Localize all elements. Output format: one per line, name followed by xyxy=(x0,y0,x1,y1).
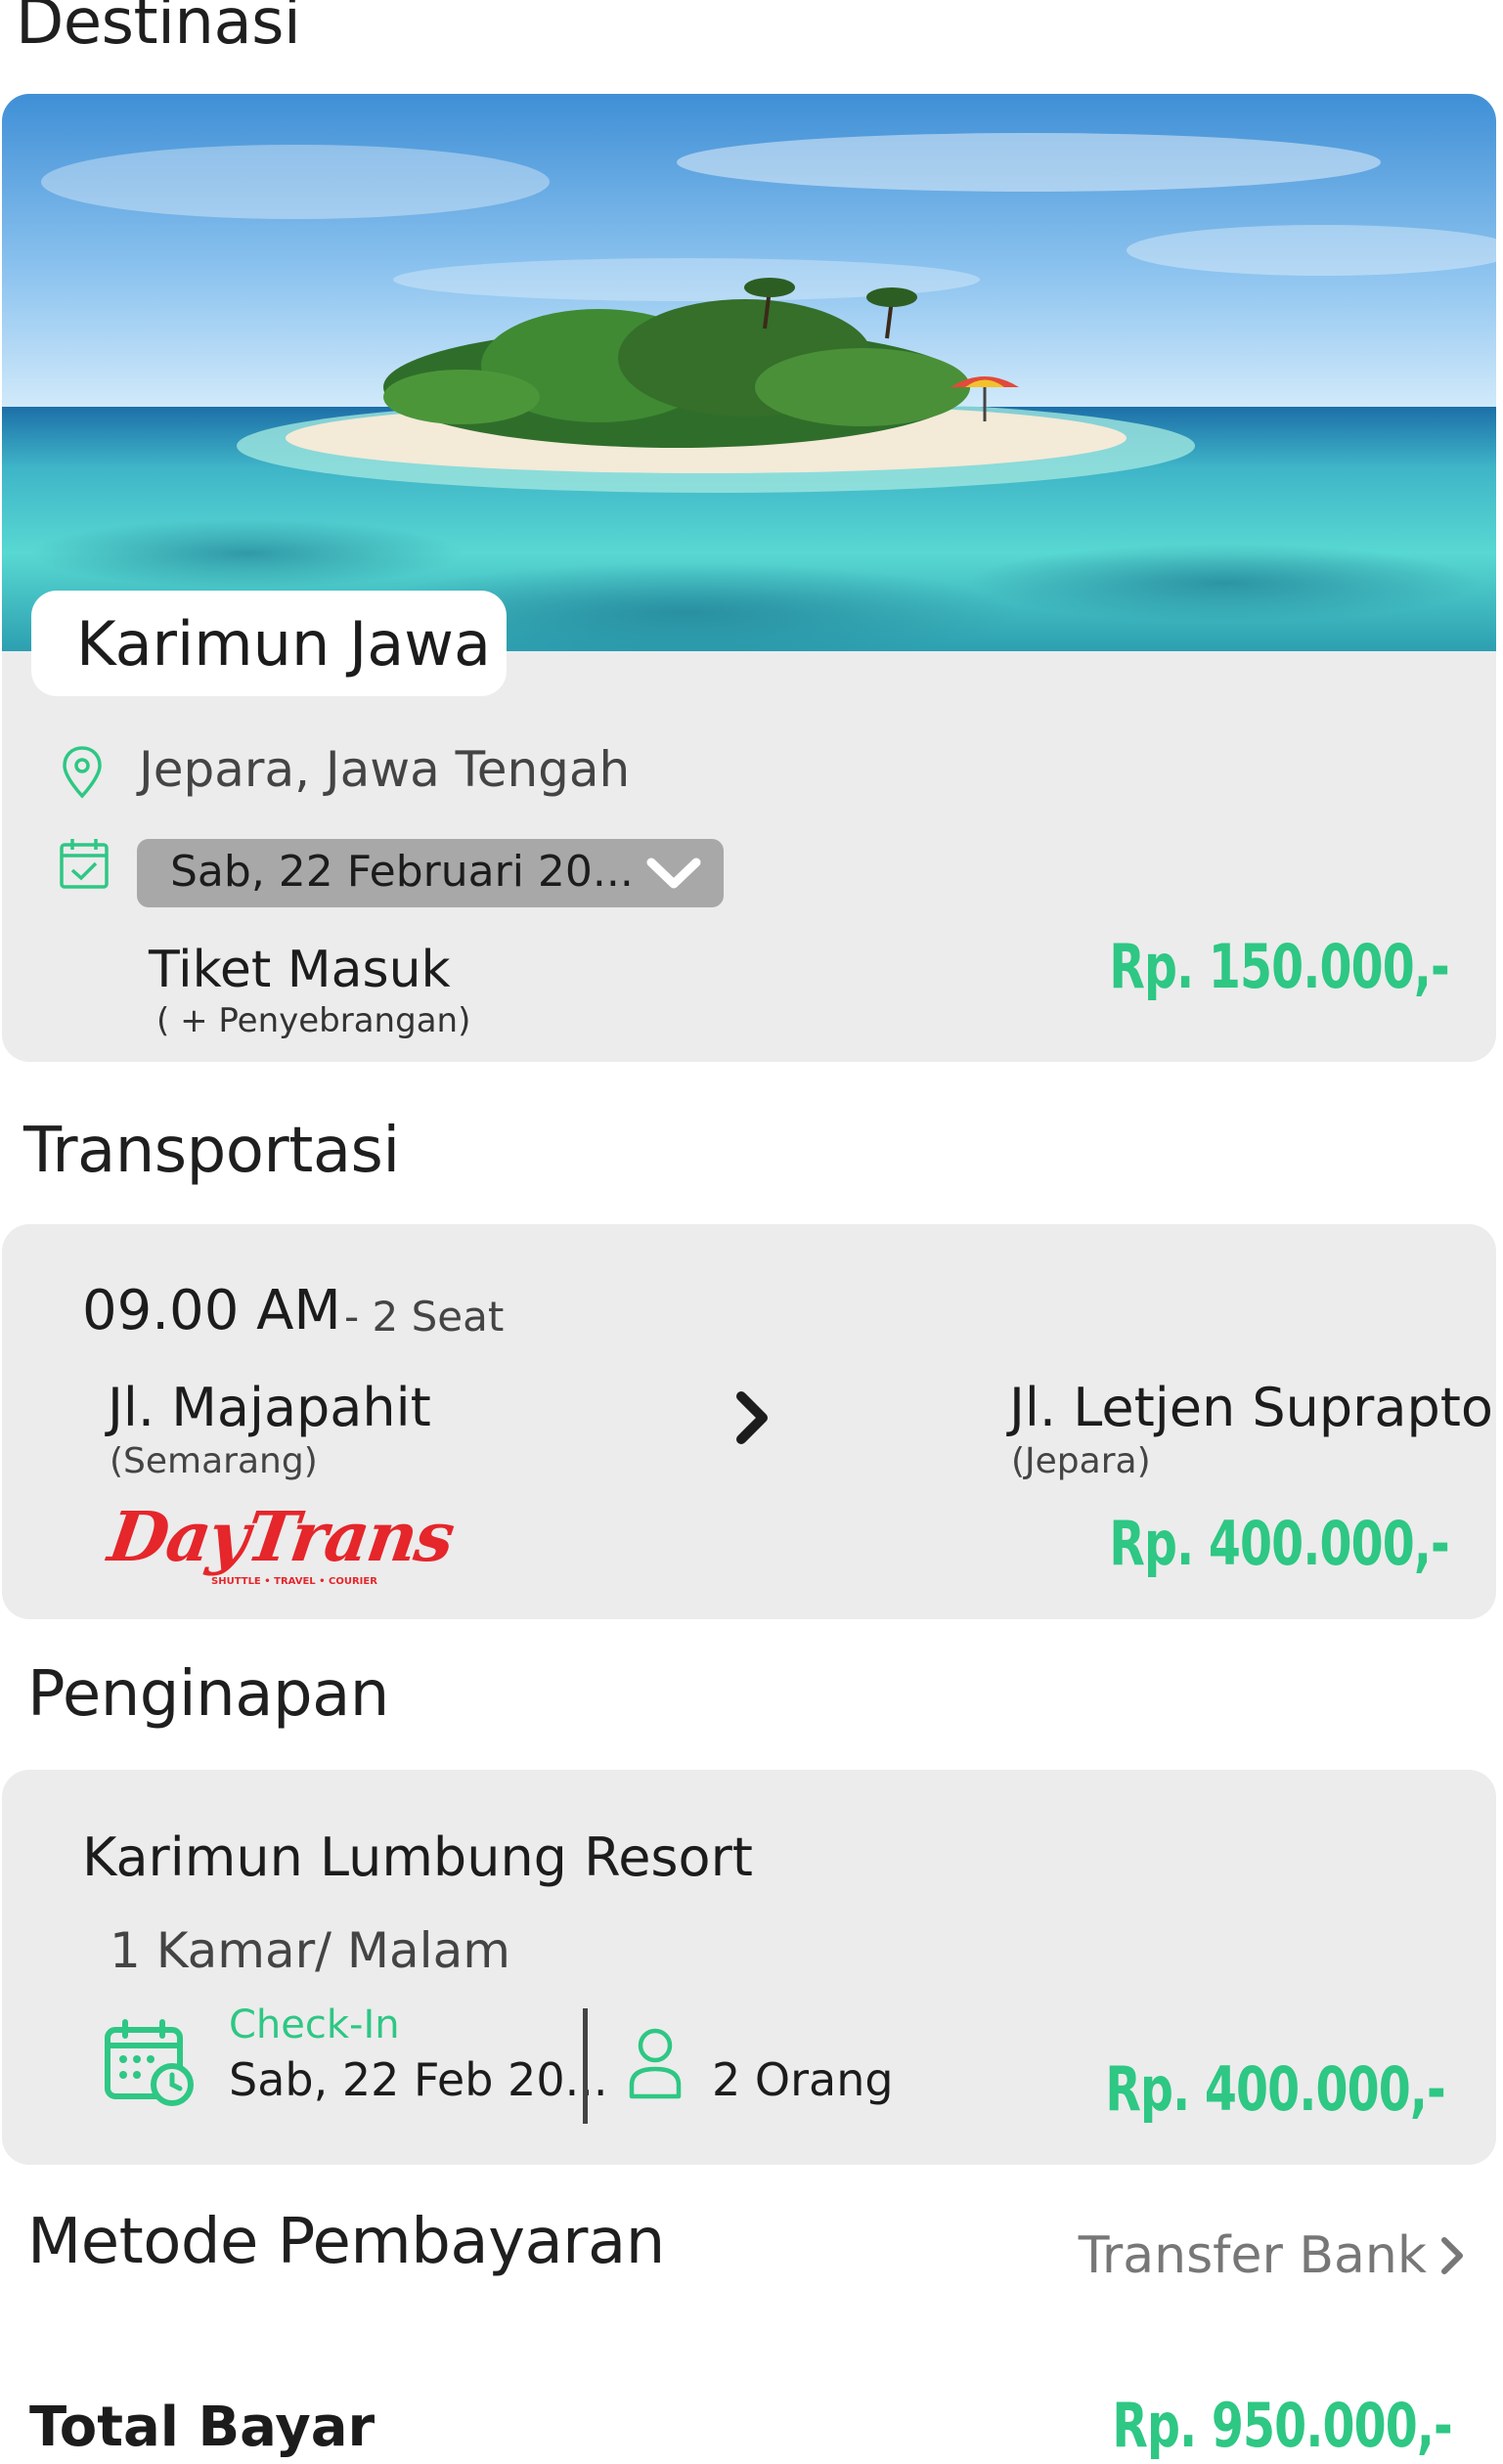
place-name-tab: Karimun Jawa xyxy=(31,591,507,696)
destination-image xyxy=(2,94,1496,651)
destinasi-section-title: Destinasi xyxy=(16,0,301,59)
origin-street: Jl. Majapahit xyxy=(108,1377,431,1438)
seat-count: - 2 Seat xyxy=(344,1293,505,1341)
date-select-value: Sab, 22 Februari 20... xyxy=(170,847,634,897)
checkin-date: Sab, 22 Feb 20... xyxy=(229,2053,608,2106)
ticket-title: Tiket Masuk xyxy=(149,941,451,999)
daytrans-logo: DayTrans SHUTTLE • TRAVEL • COURIER xyxy=(104,1496,458,1604)
date-select[interactable]: Sab, 22 Februari 20... xyxy=(137,839,724,907)
total-price: Rp. 950.000,- xyxy=(1112,2390,1452,2461)
accommodation-card[interactable]: Karimun Lumbung Resort 1 Kamar/ Malam Ch… xyxy=(2,1770,1496,2165)
chevron-right-icon xyxy=(1441,2237,1463,2274)
origin-city: (Semarang) xyxy=(110,1441,318,1481)
map-pin-icon xyxy=(63,746,102,799)
destination-street: Jl. Letjen Suprapto xyxy=(1009,1377,1493,1438)
guest-count: 2 Orang xyxy=(712,2053,894,2106)
checkin-label: Check-In xyxy=(229,2002,400,2047)
brand-logo-text: DayTrans xyxy=(104,1496,459,1577)
transport-price: Rp. 400.000,- xyxy=(1109,1508,1449,1579)
chevron-down-icon[interactable] xyxy=(645,855,702,892)
ticket-subtitle: ( + Penyebrangan) xyxy=(156,1001,471,1040)
transportasi-section-title: Transportasi xyxy=(23,1115,400,1187)
room-info: 1 Kamar/ Malam xyxy=(110,1922,510,1979)
destination-city: (Jepara) xyxy=(1011,1441,1151,1481)
departure-time: 09.00 AM xyxy=(82,1279,341,1342)
calendar-check-icon xyxy=(60,839,109,889)
chevron-right-icon xyxy=(736,1391,768,1444)
total-label: Total Bayar xyxy=(29,2396,376,2459)
place-name: Karimun Jawa xyxy=(76,608,491,680)
user-icon xyxy=(629,2028,682,2099)
payment-method-value: Transfer Bank xyxy=(1078,2226,1427,2285)
penginapan-section-title: Penginapan xyxy=(27,1658,389,1731)
divider xyxy=(583,2008,588,2124)
transport-card[interactable]: 09.00 AM - 2 Seat Jl. Majapahit (Semaran… xyxy=(2,1224,1496,1619)
payment-method-selector[interactable]: Transfer Bank xyxy=(1079,2222,1464,2290)
accommodation-price: Rp. 400.000,- xyxy=(1105,2053,1445,2125)
hotel-name: Karimun Lumbung Resort xyxy=(82,1826,753,1888)
destination-price: Rp. 150.000,- xyxy=(1109,931,1449,1002)
location-text: Jepara, Jawa Tengah xyxy=(139,741,631,798)
payment-section-title: Metode Pembayaran xyxy=(27,2206,665,2278)
destination-card[interactable]: Karimun Jawa Jepara, Jawa Tengah Sab, 22… xyxy=(2,94,1496,1062)
calendar-clock-icon xyxy=(105,2019,194,2106)
brand-tagline: SHUTTLE • TRAVEL • COURIER xyxy=(211,1576,377,1587)
